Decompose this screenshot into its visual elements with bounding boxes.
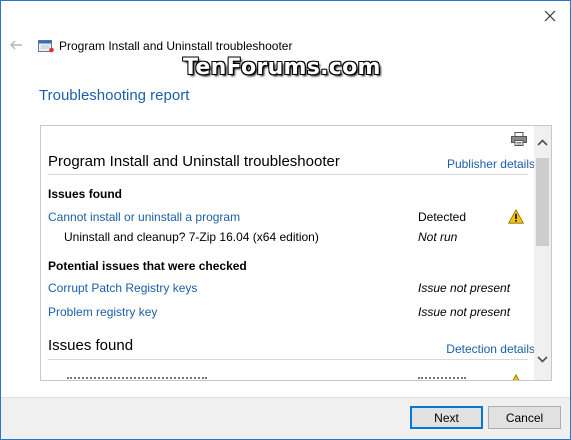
report-content: Program Install and Uninstall troublesho…: [41, 126, 535, 380]
warning-icon: [508, 209, 524, 224]
checked-item-problem-registry-key[interactable]: Problem registry key: [48, 305, 157, 319]
window-title: Program Install and Uninstall troublesho…: [59, 39, 293, 53]
cancel-button[interactable]: Cancel: [488, 406, 561, 429]
scroll-up-button[interactable]: [534, 134, 551, 151]
sub-item-uninstall-cleanup: Uninstall and cleanup? 7-Zip 16.04 (x64 …: [64, 230, 319, 244]
report-panel: Program Install and Uninstall troublesho…: [40, 125, 552, 381]
divider: [48, 359, 528, 360]
close-icon: [544, 10, 556, 22]
warning-icon: [512, 374, 520, 380]
sub-item-status: Not run: [418, 230, 458, 244]
checked-item-corrupt-patch-registry[interactable]: Corrupt Patch Registry keys: [48, 281, 197, 295]
detection-details-link[interactable]: Detection details: [446, 342, 535, 356]
button-bar: Next Cancel: [1, 397, 570, 439]
close-button[interactable]: [536, 3, 564, 29]
scroll-down-button[interactable]: [534, 351, 551, 368]
publisher-details-link[interactable]: Publisher details: [447, 157, 535, 171]
printer-icon[interactable]: [511, 132, 527, 146]
program-troubleshooter-icon: [38, 40, 54, 53]
issue-status: Detected: [418, 210, 467, 224]
chevron-up-icon: [537, 139, 548, 146]
next-button[interactable]: Next: [410, 406, 483, 429]
issues-found-heading: Issues found: [48, 187, 123, 201]
watermark: TenForums.com: [183, 55, 381, 80]
back-arrow-icon[interactable]: [9, 38, 23, 52]
chevron-down-icon: [537, 356, 548, 363]
scroll-thumb[interactable]: [536, 158, 549, 246]
page-title: Troubleshooting report: [39, 87, 190, 104]
checked-item-status: Issue not present: [418, 281, 511, 295]
issue-link-install-uninstall[interactable]: Cannot install or uninstall a program: [48, 210, 240, 224]
checked-item-status: Issue not present: [418, 305, 511, 319]
clipped-row-status: [418, 377, 466, 380]
potential-issues-heading: Potential issues that were checked: [48, 259, 247, 273]
issues-found-section-heading: Issues found: [48, 337, 134, 354]
report-scrollbar[interactable]: [534, 126, 551, 380]
divider: [48, 174, 528, 175]
troubleshooter-window: Program Install and Uninstall troublesho…: [0, 0, 571, 440]
clipped-row-text: [67, 377, 207, 380]
report-title: Program Install and Uninstall troublesho…: [48, 153, 340, 170]
